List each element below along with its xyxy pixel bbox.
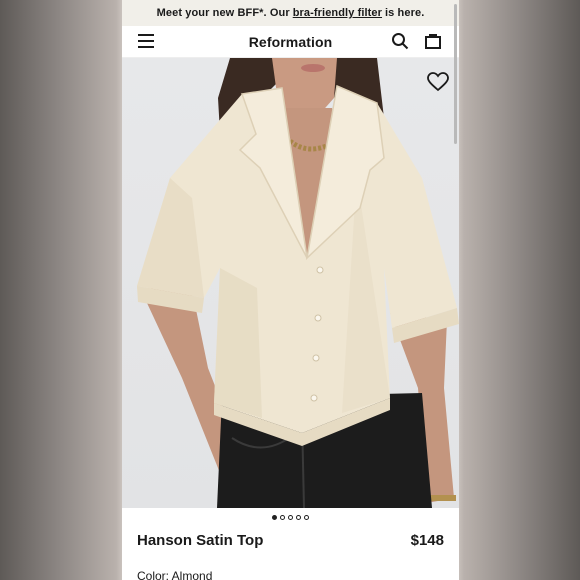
search-icon[interactable] <box>391 32 409 50</box>
heart-icon[interactable] <box>427 72 449 92</box>
brand-logo[interactable]: Reformation <box>249 34 333 50</box>
site-header: Reformation <box>122 26 459 58</box>
promo-suffix: is here. <box>385 7 425 19</box>
product-image[interactable] <box>122 58 459 508</box>
bag-icon[interactable] <box>424 32 442 50</box>
pagination-dot[interactable] <box>280 514 285 520</box>
scrollbar[interactable] <box>454 4 457 144</box>
pagination-dot[interactable] <box>288 514 293 520</box>
promo-banner: Meet your new BFF*. Our bra-friendly fil… <box>122 0 459 26</box>
product-price: $148 <box>410 532 444 549</box>
pagination-dot[interactable] <box>296 514 301 520</box>
pagination-dot[interactable] <box>272 514 277 520</box>
color-label: Color: Almond <box>137 569 213 580</box>
pagination-dot[interactable] <box>304 514 309 520</box>
product-name: Hanson Satin Top <box>137 532 264 549</box>
image-pagination <box>122 508 459 526</box>
promo-text: Meet your new BFF*. Our <box>156 7 290 19</box>
product-summary: Hanson Satin Top $148 <box>122 526 459 549</box>
menu-icon[interactable] <box>138 34 154 48</box>
promo-link[interactable]: bra-friendly filter <box>293 7 382 19</box>
product-photo <box>137 58 459 508</box>
phone-screen: Meet your new BFF*. Our bra-friendly fil… <box>122 0 459 580</box>
